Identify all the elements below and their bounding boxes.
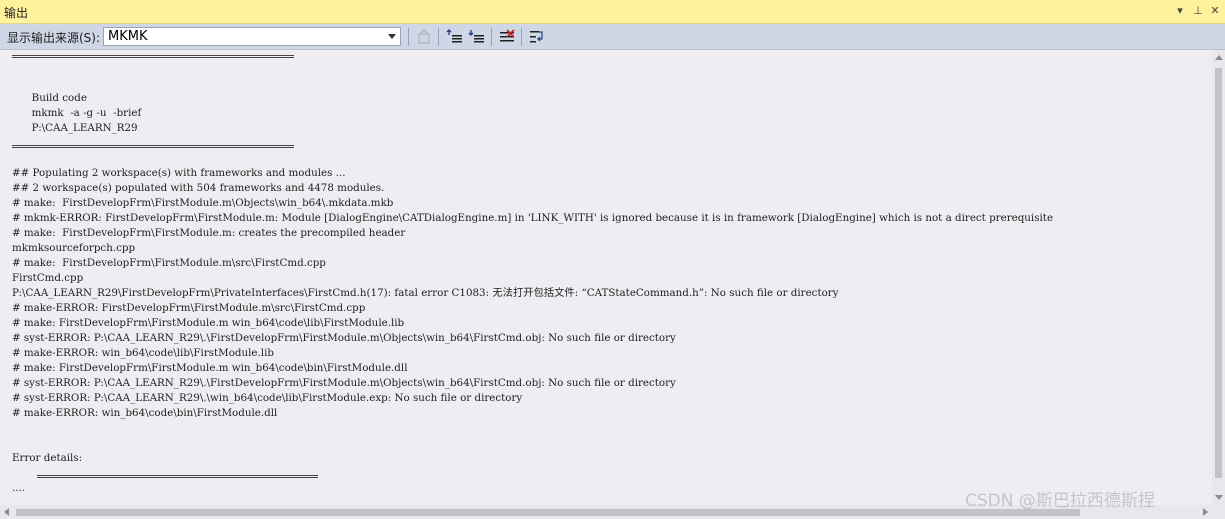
- chevron-down-icon: [388, 34, 396, 39]
- toolbar-separator: [408, 28, 409, 46]
- output-source-label: 显示输出来源(S):: [7, 31, 101, 45]
- output-line: P:\CAA_LEARN_R29: [12, 122, 138, 134]
- scroll-down-icon[interactable]: [1215, 495, 1223, 500]
- output-line: mkmksourceforpch.cpp: [12, 242, 136, 254]
- output-source-value: MKMK: [108, 29, 148, 44]
- output-line: # syst-ERROR: P:\CAA_LEARN_R29\.\FirstDe…: [12, 332, 676, 344]
- output-log: Build code mkmk -a -g -u -brief P:\CAA_L…: [12, 61, 1053, 505]
- pin-icon[interactable]: ⊥: [1190, 3, 1206, 19]
- output-line: mkmk -a -g -u -brief: [12, 107, 142, 119]
- toolbar-separator: [521, 28, 522, 46]
- prev-message-icon[interactable]: [446, 28, 464, 46]
- toolbar-separator: [438, 28, 439, 46]
- vertical-scroll-thumb[interactable]: [1215, 68, 1222, 478]
- output-line: # make: FirstDevelopFrm\FirstModule.m wi…: [12, 317, 405, 329]
- word-wrap-icon[interactable]: [528, 28, 546, 46]
- vertical-scrollbar[interactable]: [1212, 50, 1225, 505]
- output-line: # mkmk-ERROR: FirstDevelopFrm\FirstModul…: [12, 212, 1054, 224]
- clear-all-icon[interactable]: [498, 28, 516, 46]
- scrollbar-corner: [1212, 505, 1225, 519]
- output-line: # make-ERROR: win_b64\code\lib\FirstModu…: [12, 347, 274, 359]
- toolbar-separator: [491, 28, 492, 46]
- output-source-select[interactable]: MKMK: [103, 27, 401, 46]
- scroll-right-icon[interactable]: [1203, 508, 1208, 516]
- output-line: ## 2 workspace(s) populated with 504 fra…: [12, 182, 385, 194]
- separator-rule: [12, 55, 294, 58]
- close-icon[interactable]: ✕: [1207, 3, 1223, 19]
- output-line: # make: FirstDevelopFrm\FirstModule.m: c…: [12, 227, 406, 239]
- output-line: # syst-ERROR: P:\CAA_LEARN_R29\.\FirstDe…: [12, 377, 676, 389]
- output-text-area[interactable]: Build code mkmk -a -g -u -brief P:\CAA_L…: [0, 50, 1212, 505]
- output-toolbar: 显示输出来源(S): MKMK: [0, 24, 1225, 50]
- output-line: Build code: [12, 92, 87, 104]
- output-line: # make-ERROR: win_b64\code\bin\FirstModu…: [12, 407, 278, 419]
- output-line: # make: FirstDevelopFrm\FirstModule.m\Ob…: [12, 197, 394, 209]
- output-line: # syst-ERROR: P:\CAA_LEARN_R29\.\win_b64…: [12, 392, 523, 404]
- window-position-dropdown-icon[interactable]: ▾: [1172, 3, 1188, 19]
- output-line: ....: [12, 482, 26, 494]
- output-panel-titlebar: 输出 ▾ ⊥ ✕: [0, 0, 1225, 24]
- horizontal-scroll-thumb[interactable]: [16, 509, 1080, 516]
- panel-title: 输出: [4, 6, 29, 20]
- output-line: P:\CAA_LEARN_R29\FirstDevelopFrm\Private…: [12, 287, 839, 299]
- scroll-left-icon[interactable]: [4, 508, 9, 516]
- output-line: ## Populating 2 workspace(s) with framew…: [12, 167, 346, 179]
- next-message-icon[interactable]: [468, 28, 486, 46]
- find-message-icon[interactable]: [415, 28, 433, 46]
- output-line: # make: FirstDevelopFrm\FirstModule.m wi…: [12, 362, 408, 374]
- watermark: CSDN @斯巴拉西德斯捏: [965, 491, 1155, 511]
- output-line: FirstCmd.cpp: [12, 272, 84, 284]
- output-line: # make: FirstDevelopFrm\FirstModule.m\sr…: [12, 257, 326, 269]
- output-line: Error details:: [12, 452, 83, 464]
- output-line: # make-ERROR: FirstDevelopFrm\FirstModul…: [12, 302, 366, 314]
- scroll-up-icon[interactable]: [1215, 55, 1223, 60]
